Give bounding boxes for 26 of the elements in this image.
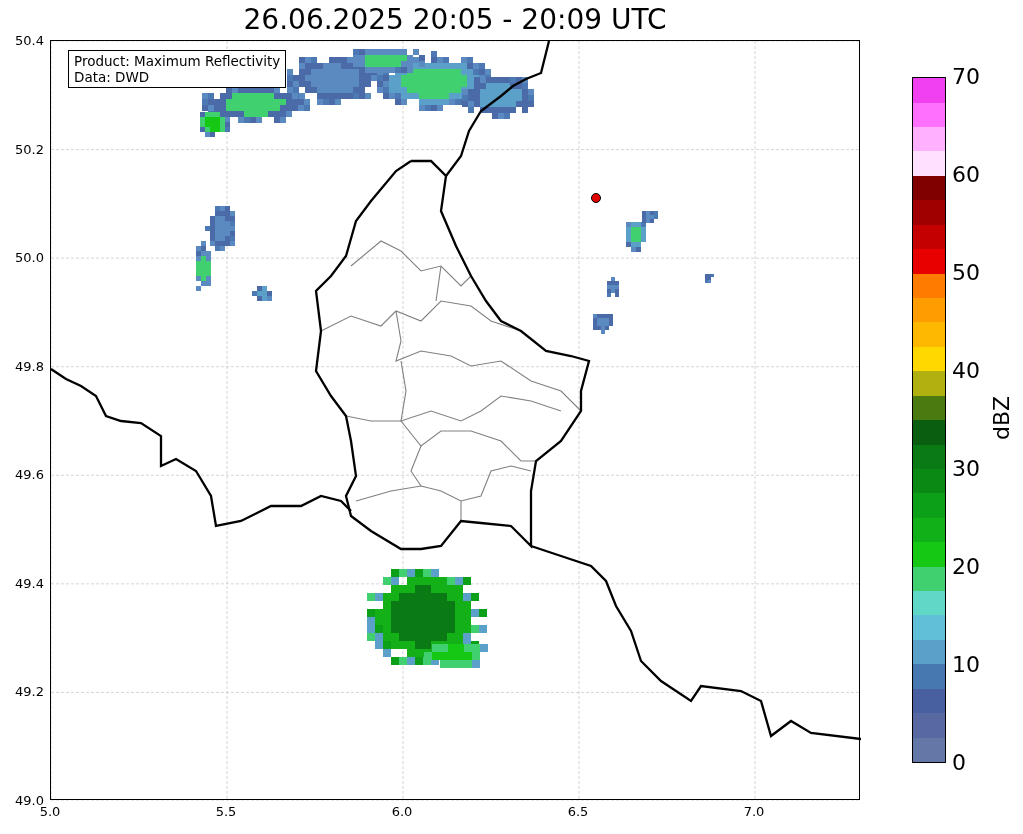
x-tick-label: 6.0 (391, 805, 413, 818)
y-tick-label: 49.0 (15, 793, 44, 807)
colorbar-tick-label: 40 (952, 360, 980, 382)
x-tick-label: 7.0 (743, 805, 765, 818)
colorbar-tick-label: 30 (952, 458, 980, 480)
y-tick-label: 50.0 (15, 250, 44, 264)
colorbar-tick-label: 70 (952, 66, 980, 88)
colorbar-tick-label: 20 (952, 556, 980, 578)
x-tick-label: 5.0 (39, 805, 61, 818)
info-text: Product: Maximum Reflectivity (74, 53, 281, 69)
chart-title: 26.06.2025 20:05 - 20:09 UTC (243, 6, 667, 34)
y-tick-label: 50.2 (15, 142, 44, 156)
y-tick-label: 50.4 (15, 33, 44, 47)
x-tick-label: 6.5 (567, 805, 589, 818)
location-marker (591, 193, 601, 203)
y-tick-label: 49.4 (15, 576, 44, 590)
y-tick-label: 49.8 (15, 359, 44, 373)
info-text: Data: DWD (74, 69, 151, 85)
colorbar-tick-label: 0 (952, 752, 966, 774)
x-tick-label: 5.5 (215, 805, 237, 818)
y-tick-label: 49.6 (15, 467, 44, 481)
colorbar-tick-label: 10 (952, 654, 980, 676)
colorbar-label: dBZ (991, 395, 1014, 441)
colorbar-tick-label: 50 (952, 262, 980, 284)
colorbar-tick-label: 60 (952, 164, 980, 186)
y-tick-label: 49.2 (15, 684, 44, 698)
